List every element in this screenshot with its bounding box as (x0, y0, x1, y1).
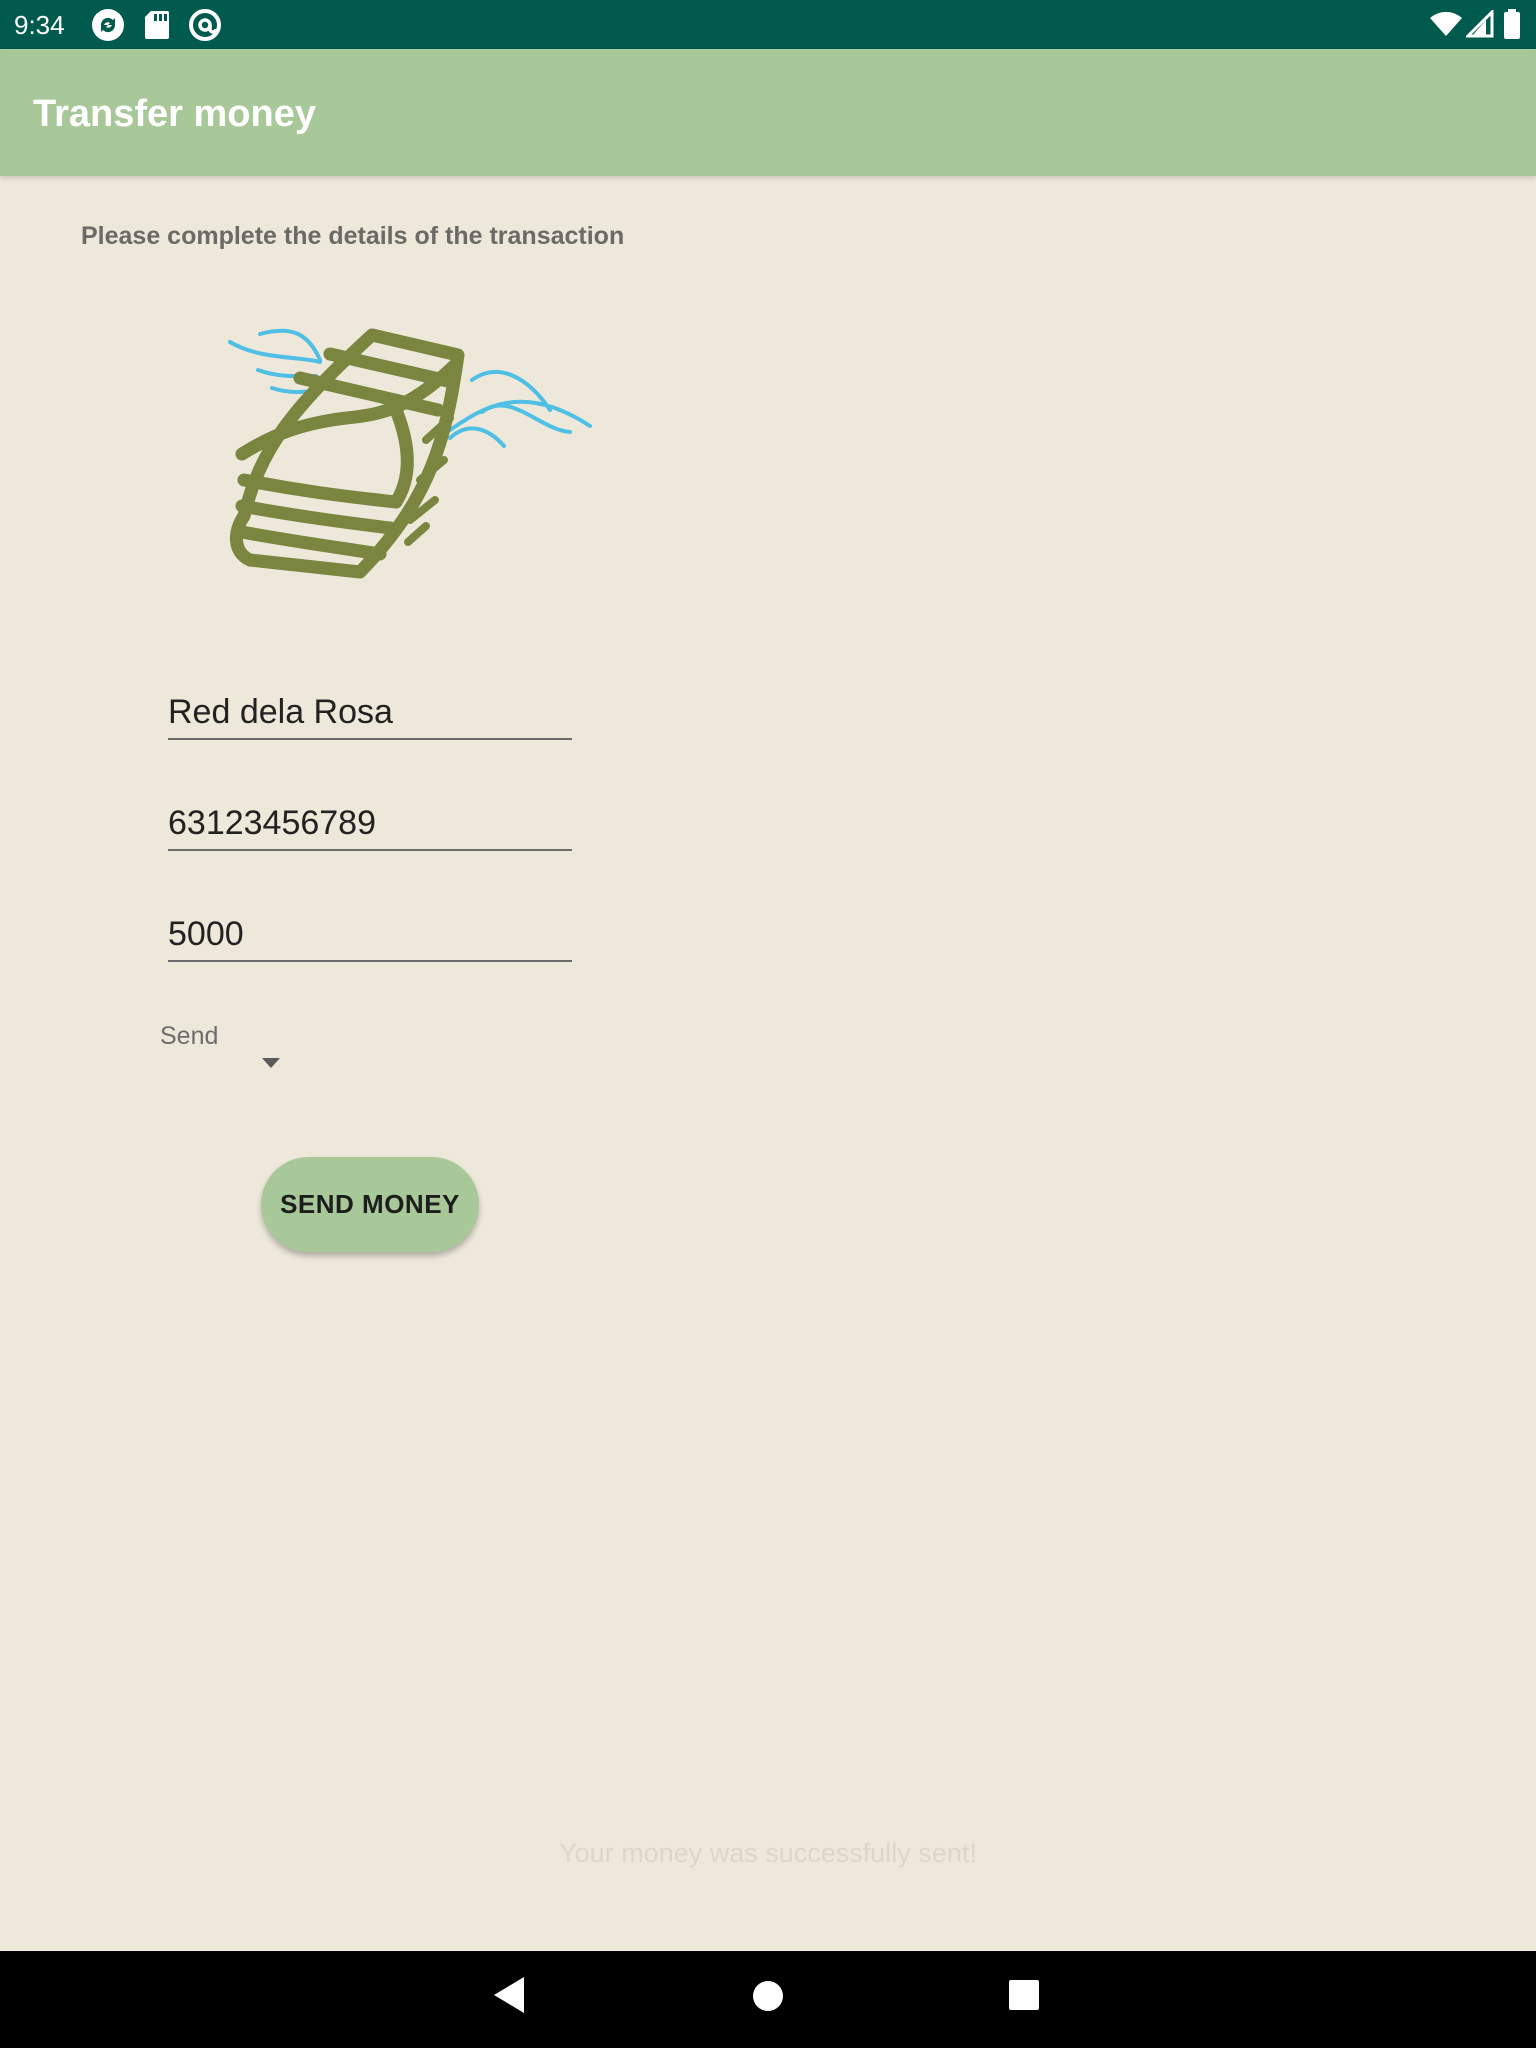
flying-money-icon (228, 328, 592, 579)
amount-input[interactable] (168, 915, 572, 954)
battery-icon (1504, 9, 1520, 39)
chevron-down-icon (262, 1058, 280, 1068)
send-money-button[interactable]: SEND MONEY (261, 1157, 479, 1252)
transaction-type-spinner[interactable]: Send (150, 1016, 300, 1076)
form-instructions: Please complete the details of the trans… (81, 222, 625, 250)
signal-icon (1466, 10, 1494, 38)
recipient-name-field[interactable] (168, 676, 572, 740)
navigation-bar (0, 1951, 1536, 2048)
status-time: 9:34 (14, 10, 65, 40)
account-number-input[interactable] (168, 804, 572, 843)
back-icon[interactable] (494, 1977, 526, 2013)
at-sign-icon (189, 9, 221, 41)
amount-field[interactable] (168, 898, 572, 962)
wifi-icon (1430, 11, 1462, 37)
recipient-name-input[interactable] (168, 693, 572, 732)
sd-card-icon (145, 11, 169, 39)
recents-icon[interactable] (1009, 1980, 1039, 2010)
sync-icon (92, 9, 124, 41)
spinner-selected-value: Send (160, 1022, 219, 1050)
status-bar: 9:34 (0, 0, 1536, 49)
account-number-field[interactable] (168, 787, 572, 851)
home-icon[interactable] (752, 1980, 784, 2012)
app-bar: Transfer money (0, 49, 1536, 176)
success-message: Your money was successfully sent! (559, 1838, 977, 1868)
page-title: Transfer money (33, 93, 316, 135)
